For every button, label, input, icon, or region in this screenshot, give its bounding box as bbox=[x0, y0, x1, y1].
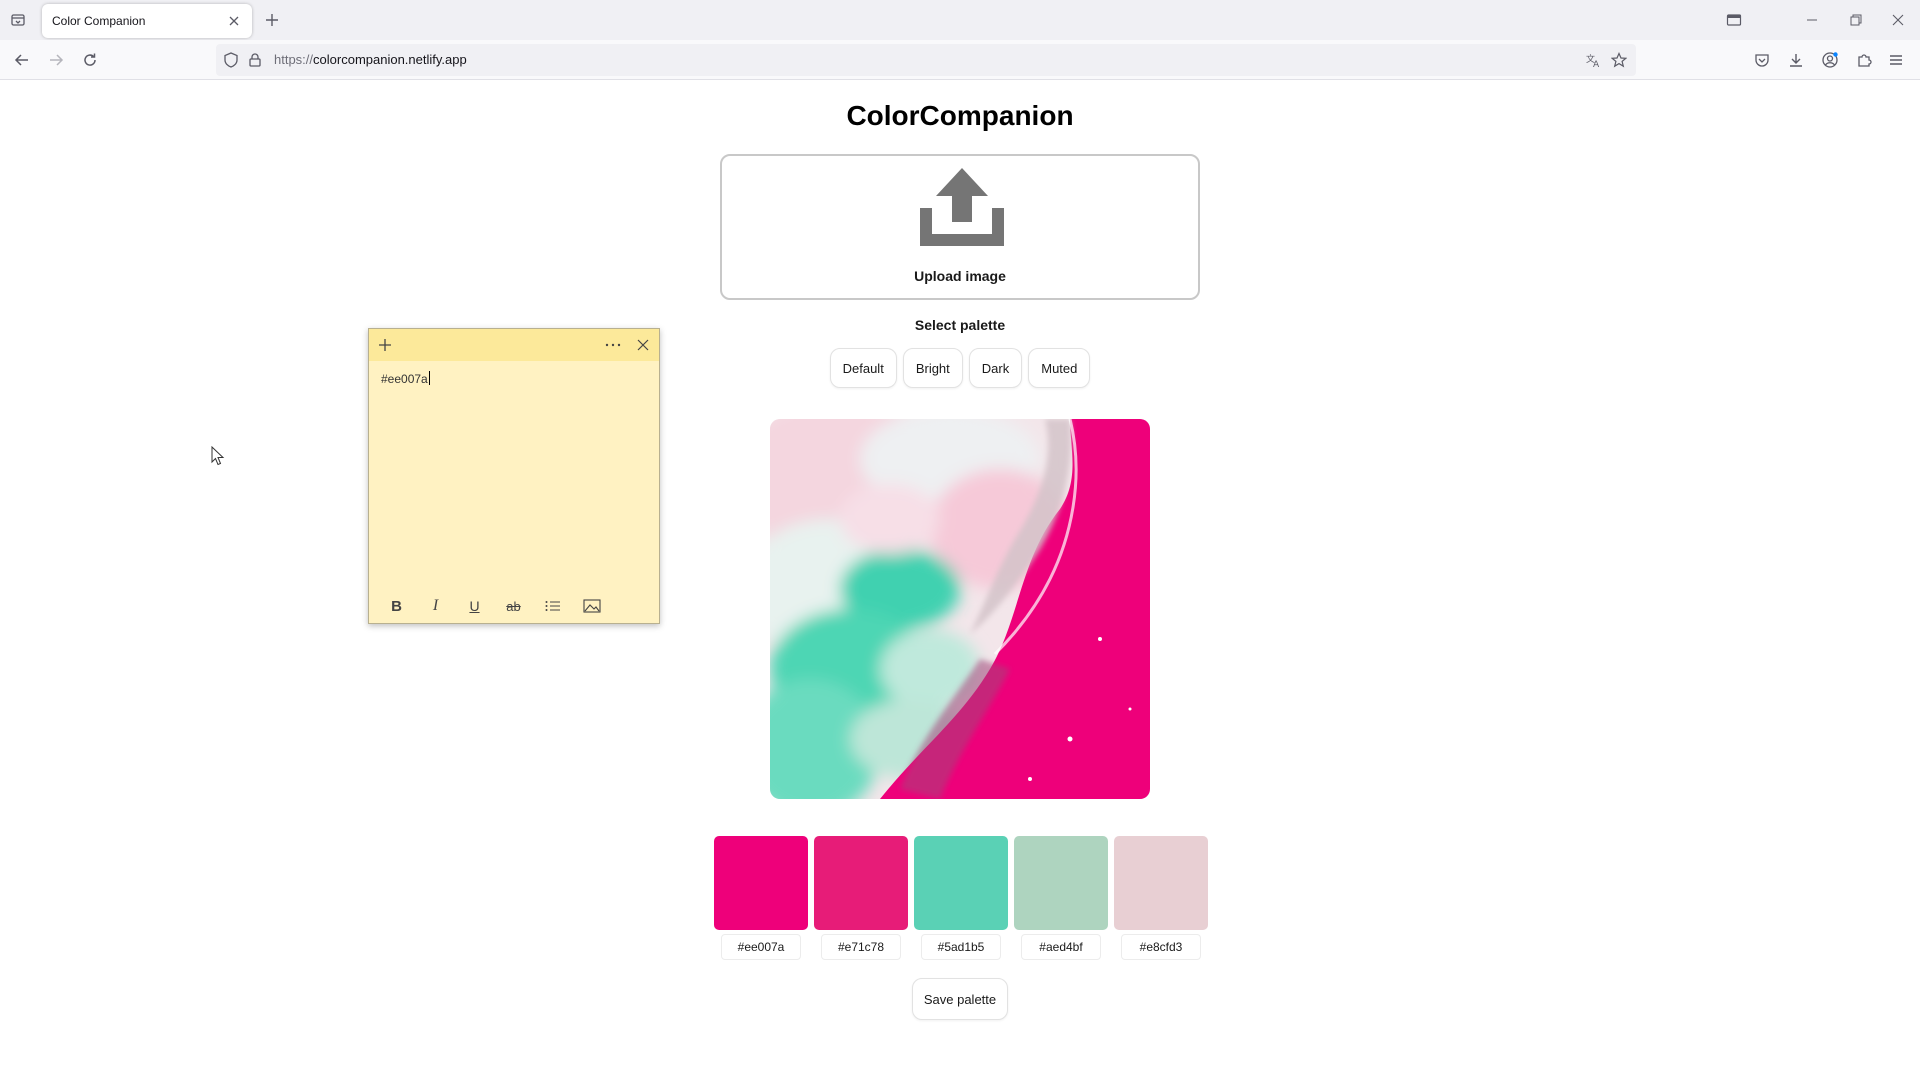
minimize-icon[interactable] bbox=[1802, 10, 1822, 30]
save-palette-button[interactable]: Save palette bbox=[912, 978, 1008, 1020]
swatch[interactable]: #5ad1b5 bbox=[914, 836, 1008, 960]
translate-icon[interactable]: 文A bbox=[1584, 51, 1602, 69]
plus-icon[interactable] bbox=[375, 335, 395, 355]
uploaded-image-preview bbox=[770, 419, 1150, 799]
sticky-format-toolbar: B I U ab bbox=[369, 589, 659, 623]
pocket-icon[interactable] bbox=[1752, 50, 1772, 70]
swatch[interactable]: #e8cfd3 bbox=[1114, 836, 1208, 960]
swatch-color[interactable] bbox=[1014, 836, 1108, 930]
swatch-hex-label[interactable]: #ee007a bbox=[721, 934, 801, 960]
downloads-icon[interactable] bbox=[1786, 50, 1806, 70]
swatch-color[interactable] bbox=[914, 836, 1008, 930]
restore-icon[interactable] bbox=[1846, 10, 1866, 30]
swatch-color[interactable] bbox=[1114, 836, 1208, 930]
url-bar[interactable]: https://colorcompanion.netlify.app 文A bbox=[216, 44, 1636, 76]
swatch[interactable]: #aed4bf bbox=[1014, 836, 1108, 960]
account-icon[interactable] bbox=[1820, 50, 1840, 70]
mouse-cursor-icon bbox=[211, 446, 225, 466]
reload-icon[interactable] bbox=[80, 50, 100, 70]
palette-dark-button[interactable]: Dark bbox=[968, 348, 1023, 388]
sticky-note-window[interactable]: #ee007a B I U ab bbox=[368, 328, 660, 624]
list-icon[interactable] bbox=[533, 594, 572, 618]
swatch[interactable]: #ee007a bbox=[714, 836, 808, 960]
sticky-note-header[interactable] bbox=[369, 329, 659, 361]
sticky-note-text[interactable]: #ee007a bbox=[381, 371, 430, 386]
bold-icon[interactable]: B bbox=[377, 594, 416, 618]
image-icon[interactable] bbox=[572, 594, 611, 618]
new-tab-icon[interactable] bbox=[262, 10, 282, 30]
back-icon[interactable] bbox=[12, 50, 32, 70]
app-menu-icon[interactable] bbox=[1886, 50, 1906, 70]
forward-icon[interactable] bbox=[46, 50, 66, 70]
swatch-color[interactable] bbox=[814, 836, 908, 930]
swatch-hex-label[interactable]: #e8cfd3 bbox=[1121, 934, 1201, 960]
underline-icon[interactable]: U bbox=[455, 594, 494, 618]
fluid-art-image bbox=[770, 419, 1150, 799]
text-caret bbox=[428, 371, 430, 385]
browser-navigation-bar: https://colorcompanion.netlify.app 文A bbox=[0, 40, 1920, 80]
palette-default-button[interactable]: Default bbox=[829, 348, 897, 388]
sticky-note-content: #ee007a bbox=[381, 372, 428, 386]
more-horizontal-icon[interactable] bbox=[603, 335, 623, 355]
tab-title: Color Companion bbox=[52, 14, 146, 28]
url-host: colorcompanion.netlify.app bbox=[313, 52, 467, 67]
browser-tab-bar: Color Companion bbox=[0, 0, 1920, 40]
page-title: ColorCompanion bbox=[846, 100, 1074, 131]
tab-overview-icon[interactable] bbox=[1724, 10, 1744, 30]
swatch-hex-label[interactable]: #5ad1b5 bbox=[921, 934, 1001, 960]
palette-mode-buttons: Default Bright Dark Muted bbox=[0, 348, 1920, 388]
select-palette-label: Select palette bbox=[914, 317, 1006, 333]
url-text: https://colorcompanion.netlify.app bbox=[274, 52, 467, 67]
bookmark-star-icon[interactable] bbox=[1610, 51, 1628, 69]
url-protocol: https:// bbox=[274, 52, 314, 67]
swatch[interactable]: #e71c78 bbox=[814, 836, 908, 960]
svg-text:A: A bbox=[1593, 60, 1600, 68]
window-close-icon[interactable] bbox=[1888, 10, 1908, 30]
palette-muted-button[interactable]: Muted bbox=[1028, 348, 1091, 388]
upload-image-dropzone[interactable]: Upload image bbox=[720, 154, 1200, 300]
upload-icon bbox=[920, 168, 1004, 246]
tracking-protection-shield-icon[interactable] bbox=[222, 51, 240, 69]
swatch-hex-label[interactable]: #aed4bf bbox=[1021, 934, 1101, 960]
tab-close-icon[interactable] bbox=[226, 13, 242, 29]
palette-bright-button[interactable]: Bright bbox=[902, 348, 963, 388]
swatch-color[interactable] bbox=[714, 836, 808, 930]
extensions-icon[interactable] bbox=[1854, 50, 1874, 70]
list-all-tabs-icon[interactable] bbox=[8, 10, 28, 30]
close-icon[interactable] bbox=[633, 335, 653, 355]
lock-icon[interactable] bbox=[246, 51, 264, 69]
italic-icon[interactable]: I bbox=[416, 594, 455, 618]
browser-tab[interactable]: Color Companion bbox=[42, 4, 252, 38]
strikethrough-icon[interactable]: ab bbox=[494, 594, 533, 618]
swatch-hex-label[interactable]: #e71c78 bbox=[821, 934, 901, 960]
upload-image-label: Upload image bbox=[914, 268, 1006, 284]
palette-swatches: #ee007a #e71c78 #5ad1b5 #aed4bf #e8cfd3 bbox=[714, 836, 1208, 962]
